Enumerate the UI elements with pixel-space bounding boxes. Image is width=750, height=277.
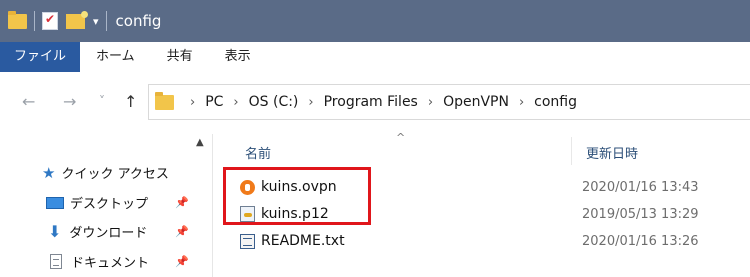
nav-item-downloads[interactable]: ⬇ ダウンロード: [48, 222, 147, 241]
customize-toolbar-dropdown[interactable]: ▾: [93, 15, 99, 28]
pane-splitter[interactable]: [212, 134, 213, 277]
file-row[interactable]: README.txt 2020/01/16 13:26: [240, 230, 750, 252]
breadcrumb-chevron-icon[interactable]: ›: [519, 95, 524, 110]
forward-button[interactable]: →: [63, 92, 76, 111]
desktop-icon: [46, 196, 64, 209]
nav-item-desktop[interactable]: デスクトップ: [46, 193, 148, 212]
toolbar-separator: [105, 11, 107, 31]
back-button[interactable]: ←: [22, 92, 35, 111]
column-header-modified[interactable]: 更新日時: [586, 143, 638, 162]
properties-icon[interactable]: [42, 12, 58, 30]
breadcrumb-chevron-icon[interactable]: ›: [428, 95, 433, 110]
recent-locations-button[interactable]: ˅: [99, 94, 105, 108]
star-icon: ★: [42, 163, 56, 182]
nav-item-quick-access[interactable]: ★ クイック アクセス: [42, 163, 169, 183]
file-modified-date: 2020/01/16 13:43: [582, 179, 699, 195]
pin-icon: 📌: [175, 225, 189, 238]
tab-share[interactable]: 共有: [151, 42, 209, 72]
nav-item-label: クイック アクセス: [61, 167, 169, 182]
highlight-box: [223, 167, 371, 225]
breadcrumb: › PC › OS (C:) › Program Files › OpenVPN…: [180, 94, 577, 110]
window-title: config: [115, 12, 162, 30]
document-icon: [50, 254, 62, 269]
breadcrumb-chevron-icon[interactable]: ›: [233, 95, 238, 110]
pin-icon: 📌: [175, 255, 189, 268]
text-file-icon: [240, 233, 255, 249]
sort-indicator-icon: ^: [396, 131, 406, 144]
nav-item-label: デスクトップ: [70, 197, 149, 212]
address-bar[interactable]: › PC › OS (C:) › Program Files › OpenVPN…: [148, 84, 750, 120]
download-arrow-icon: ⬇: [48, 222, 62, 241]
up-button[interactable]: ↑: [124, 92, 137, 111]
nav-scroll-up-button[interactable]: ▲: [196, 137, 204, 148]
breadcrumb-openvpn[interactable]: OpenVPN: [443, 94, 509, 110]
breadcrumb-os-drive[interactable]: OS (C:): [249, 94, 299, 110]
title-bar: ▾ config: [0, 0, 750, 42]
file-modified-date: 2020/01/16 13:26: [582, 233, 699, 249]
new-folder-icon[interactable]: [66, 10, 88, 29]
file-name: README.txt: [261, 233, 345, 249]
nav-item-label: ドキュメント: [71, 256, 150, 271]
column-divider[interactable]: [571, 137, 572, 165]
column-header-name[interactable]: 名前: [245, 143, 271, 162]
nav-item-label: ダウンロード: [69, 226, 148, 241]
breadcrumb-program-files[interactable]: Program Files: [324, 94, 418, 110]
folder-icon: [155, 91, 174, 110]
tab-view[interactable]: 表示: [209, 42, 267, 72]
tab-home[interactable]: ホーム: [80, 42, 151, 72]
breadcrumb-pc[interactable]: PC: [205, 94, 223, 110]
nav-item-documents[interactable]: ドキュメント: [50, 252, 149, 271]
pin-icon: 📌: [175, 196, 189, 209]
address-area: ← → ˅ ↑ › PC › OS (C:) › Program Files ›…: [0, 72, 750, 134]
breadcrumb-chevron-icon[interactable]: ›: [308, 95, 313, 110]
breadcrumb-config[interactable]: config: [534, 94, 577, 110]
breadcrumb-chevron-icon[interactable]: ›: [190, 95, 195, 110]
folder-icon[interactable]: [8, 10, 27, 29]
tab-file[interactable]: ファイル: [0, 42, 81, 72]
toolbar-separator: [34, 11, 35, 31]
ribbon-tabs: ファイル ホーム 共有 表示: [0, 42, 750, 73]
file-modified-date: 2019/05/13 13:29: [582, 206, 699, 222]
quick-access-toolbar: ▾: [8, 10, 114, 31]
